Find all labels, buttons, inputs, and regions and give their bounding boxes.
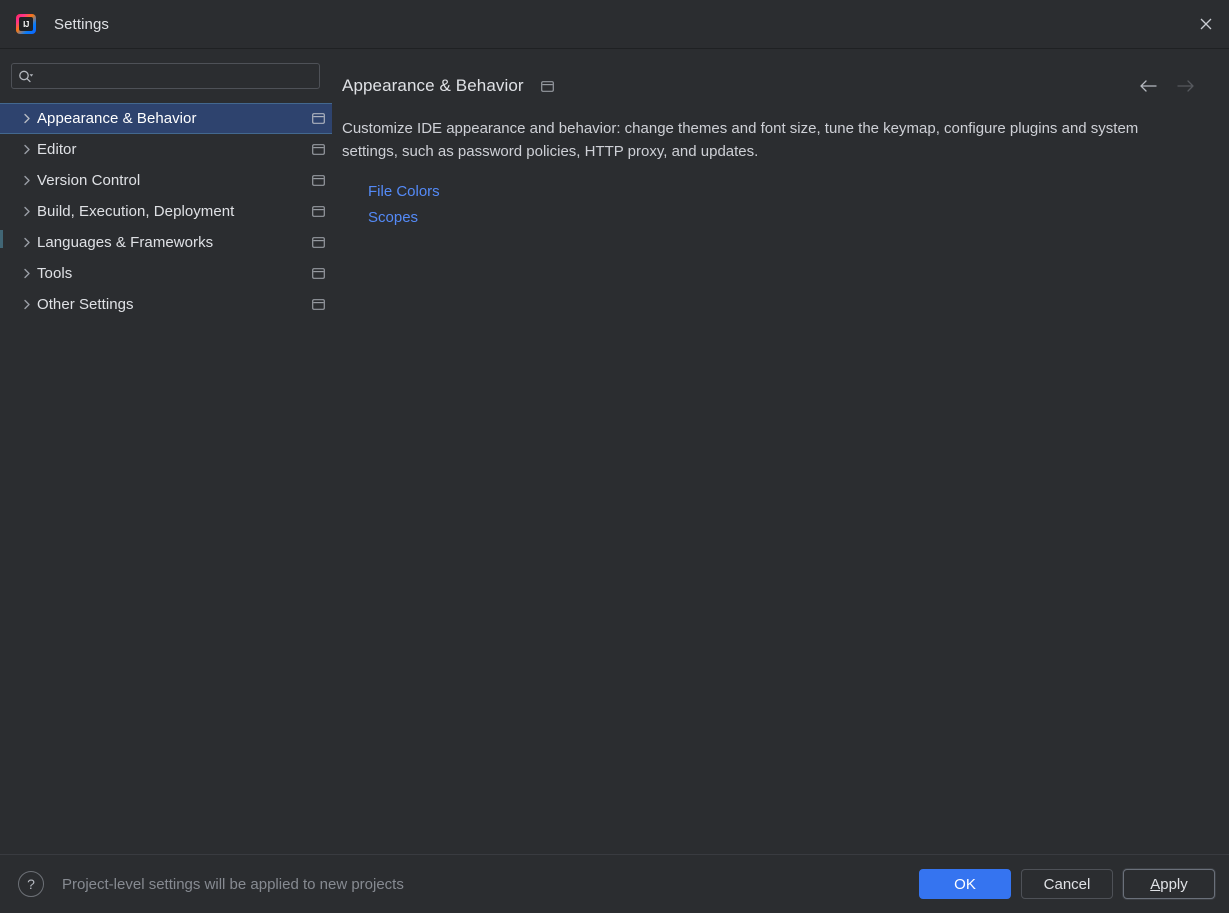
sidebar-item-version-control[interactable]: Version Control — [0, 165, 332, 196]
settings-tree: Appearance & Behavior Editor Version Con… — [0, 103, 332, 320]
cancel-button[interactable]: Cancel — [1021, 869, 1113, 899]
back-button[interactable] — [1137, 75, 1159, 97]
project-level-settings-icon — [540, 78, 556, 94]
link-file-colors[interactable]: File Colors — [368, 179, 440, 205]
arrow-right-icon — [1177, 80, 1194, 92]
ok-button[interactable]: OK — [919, 869, 1011, 899]
dialog-footer: ? Project-level settings will be applied… — [0, 854, 1229, 913]
sidebar-item-label: Build, Execution, Deployment — [37, 203, 235, 220]
forward-button[interactable] — [1175, 75, 1197, 97]
chevron-down-icon — [29, 73, 34, 77]
project-level-settings-icon — [310, 204, 326, 220]
settings-dialog: IJ Settings Appearance & Behavior Editor… — [0, 0, 1229, 913]
footer-status-text: Project-level settings will be applied t… — [62, 875, 404, 893]
search-field[interactable] — [11, 63, 320, 89]
arrow-left-icon — [1140, 80, 1157, 92]
search-icon — [18, 67, 38, 85]
sidebar-item-other-settings[interactable]: Other Settings — [0, 289, 332, 320]
project-level-settings-icon — [310, 235, 326, 251]
help-button[interactable]: ? — [18, 871, 44, 897]
page-title: Appearance & Behavior — [342, 76, 524, 95]
chevron-right-icon[interactable] — [18, 206, 36, 217]
link-scopes[interactable]: Scopes — [368, 205, 418, 231]
sidebar-item-label: Languages & Frameworks — [37, 234, 214, 251]
sidebar-item-editor[interactable]: Editor — [0, 134, 332, 165]
content-header: Appearance & Behavior — [342, 49, 1205, 105]
chevron-right-icon[interactable] — [18, 113, 36, 124]
navigation-arrows — [1137, 75, 1205, 97]
window-title: Settings — [54, 15, 109, 33]
apply-button[interactable]: Apply — [1123, 869, 1215, 899]
sidebar-item-label: Tools — [37, 265, 73, 282]
sidebar-item-label: Editor — [37, 141, 77, 158]
sidebar-item-label: Appearance & Behavior — [37, 110, 197, 127]
project-level-settings-icon — [310, 173, 326, 189]
settings-links: File Colors Scopes — [342, 179, 1205, 231]
search-input[interactable] — [38, 64, 313, 88]
page-description: Customize IDE appearance and behavior: c… — [342, 120, 1139, 160]
footer-buttons: OK Cancel Apply — [919, 869, 1215, 899]
chevron-right-icon[interactable] — [18, 175, 36, 186]
chevron-right-icon[interactable] — [18, 299, 36, 310]
project-level-settings-icon — [310, 111, 326, 127]
sidebar-item-label: Other Settings — [37, 296, 134, 313]
sidebar-item-build-execution-deployment[interactable]: Build, Execution, Deployment — [0, 196, 332, 227]
chevron-right-icon[interactable] — [18, 237, 36, 248]
intellij-idea-logo-icon: IJ — [16, 14, 36, 34]
close-button[interactable] — [1183, 0, 1229, 48]
apply-button-mnemonic: A — [1150, 875, 1161, 893]
dialog-body: Appearance & Behavior Editor Version Con… — [0, 49, 1229, 854]
sidebar-item-languages-frameworks[interactable]: Languages & Frameworks — [0, 227, 332, 258]
settings-content-panel: Appearance & Behavior Customize IDE appe… — [332, 49, 1229, 854]
close-icon — [1200, 18, 1212, 30]
sidebar-item-appearance-behavior[interactable]: Appearance & Behavior — [0, 103, 332, 134]
settings-sidebar: Appearance & Behavior Editor Version Con… — [0, 49, 332, 854]
sidebar-item-tools[interactable]: Tools — [0, 258, 332, 289]
logo-text: IJ — [19, 17, 33, 31]
help-question-icon: ? — [27, 876, 35, 892]
sidebar-item-label: Version Control — [37, 172, 141, 189]
project-level-settings-icon — [310, 266, 326, 282]
project-level-settings-icon — [310, 142, 326, 158]
chevron-right-icon[interactable] — [18, 268, 36, 279]
title-bar: IJ Settings — [0, 0, 1229, 49]
project-level-settings-icon — [310, 297, 326, 313]
chevron-right-icon[interactable] — [18, 144, 36, 155]
apply-button-label: pply — [1160, 875, 1188, 893]
